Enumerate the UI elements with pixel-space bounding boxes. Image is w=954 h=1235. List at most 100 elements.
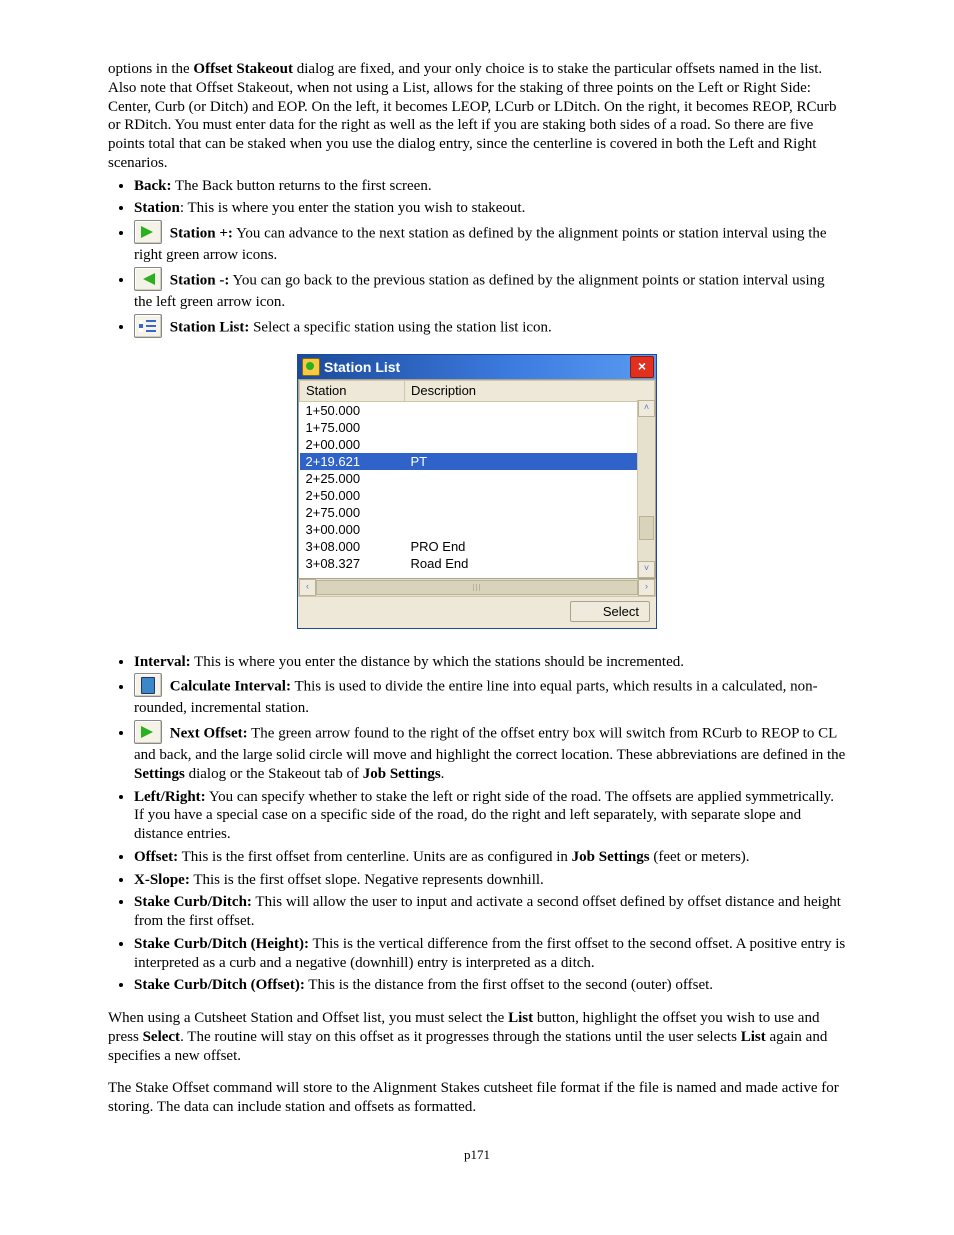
item-left-right: Left/Right: You can specify whether to s…	[134, 788, 846, 844]
cell-station: 1+50.000	[300, 401, 405, 419]
intro-paragraph: options in the Offset Stakeout dialog ar…	[108, 60, 846, 173]
text-bold: Select	[143, 1029, 180, 1045]
text: This is where you enter the distance by …	[191, 654, 684, 670]
cell-description: Road End	[405, 555, 655, 572]
text-bold: Job Settings	[572, 849, 650, 865]
station-list-icon	[134, 314, 162, 338]
text: This is the first offset from centerline…	[178, 849, 572, 865]
text-bold: Offset Stakeout	[193, 61, 293, 77]
item-station: Station: This is where you enter the sta…	[134, 199, 846, 218]
cell-station: 3+00.000	[300, 521, 405, 538]
table-row[interactable]: 3+00.000	[300, 521, 655, 538]
label: Station List:	[170, 319, 250, 335]
text: options in the	[108, 61, 193, 77]
cell-description: PT	[405, 453, 655, 470]
text: . The routine will stay on this offset a…	[180, 1029, 741, 1045]
station-grid: Station Description 1+50.0001+75.0002+00…	[298, 379, 656, 579]
item-back: Back: The Back button returns to the fir…	[134, 177, 846, 196]
cell-description	[405, 487, 655, 504]
text: This is the distance from the first offs…	[305, 977, 713, 993]
text-bold: Settings	[134, 766, 185, 782]
dialog-titlebar[interactable]: Station List ×	[298, 355, 656, 379]
table-row[interactable]: 2+75.000	[300, 504, 655, 521]
next-offset-icon	[134, 720, 162, 744]
text-bold: List	[741, 1029, 766, 1045]
label: Offset:	[134, 849, 178, 865]
trailing-paragraph-1: When using a Cutsheet Station and Offset…	[108, 1009, 846, 1065]
item-station-plus: Station +: You can advance to the next s…	[134, 222, 846, 265]
table-row[interactable]: 2+25.000	[300, 470, 655, 487]
table-row[interactable]: 1+75.000	[300, 419, 655, 436]
cell-station: 3+08.000	[300, 538, 405, 555]
dialog-footer: Select	[298, 597, 656, 628]
text: When using a Cutsheet Station and Offset…	[108, 1010, 508, 1026]
label: X-Slope:	[134, 872, 190, 888]
table-row[interactable]: 2+50.000	[300, 487, 655, 504]
label: Station +:	[170, 225, 233, 241]
cell-description	[405, 401, 655, 419]
cell-description	[405, 521, 655, 538]
text: You can go back to the previous station …	[134, 272, 825, 310]
station-plus-icon	[134, 220, 162, 244]
cell-station: 2+19.621	[300, 453, 405, 470]
cell-station: 1+75.000	[300, 419, 405, 436]
text: (feet or meters).	[650, 849, 750, 865]
table-row[interactable]: 2+19.621PT	[300, 453, 655, 470]
table-row[interactable]: 3+08.327Road End	[300, 555, 655, 572]
item-stake-curb-ditch-height: Stake Curb/Ditch (Height): This is the v…	[134, 935, 846, 973]
text: dialog or the Stakeout tab of	[185, 766, 363, 782]
item-station-minus: Station -: You can go back to the previo…	[134, 269, 846, 312]
dialog-title: Station List	[324, 359, 400, 375]
label: Next Offset:	[170, 725, 248, 741]
station-minus-icon	[134, 267, 162, 291]
text: The Back button returns to the first scr…	[172, 178, 432, 194]
page-number: p171	[108, 1147, 846, 1163]
item-interval: Interval: This is where you enter the di…	[134, 653, 846, 672]
scroll-thumb[interactable]	[639, 516, 654, 540]
label: Stake Curb/Ditch (Height):	[134, 936, 309, 952]
scroll-up-button[interactable]: ˄	[638, 400, 655, 417]
station-list-dialog: Station List × Station Description 1+50.…	[297, 354, 657, 629]
col-description[interactable]: Description	[405, 380, 655, 401]
feature-list-bottom: Interval: This is where you enter the di…	[108, 653, 846, 996]
cell-description	[405, 470, 655, 487]
scroll-right-button[interactable]: ›	[638, 579, 655, 596]
cell-description	[405, 436, 655, 453]
hscroll-thumb[interactable]	[316, 580, 638, 595]
text: : This is where you enter the station yo…	[180, 200, 526, 216]
vscrollbar[interactable]: ˄ ˅	[637, 400, 655, 578]
label: Stake Curb/Ditch (Offset):	[134, 977, 305, 993]
cell-station: 2+75.000	[300, 504, 405, 521]
item-next-offset: Next Offset: The green arrow found to th…	[134, 722, 846, 784]
label: Left/Right:	[134, 789, 206, 805]
col-station[interactable]: Station	[300, 380, 405, 401]
cell-description: PRO End	[405, 538, 655, 555]
feature-list-top: Back: The Back button returns to the fir…	[108, 177, 846, 340]
calculate-interval-icon	[134, 673, 162, 697]
text: .	[441, 766, 445, 782]
label: Interval:	[134, 654, 191, 670]
text: Select a specific station using the stat…	[249, 319, 551, 335]
table-row[interactable]: 3+08.000PRO End	[300, 538, 655, 555]
label: Back:	[134, 178, 172, 194]
cell-station: 2+00.000	[300, 436, 405, 453]
app-icon	[302, 358, 320, 376]
close-button[interactable]: ×	[630, 356, 654, 378]
label: Calculate Interval:	[170, 679, 291, 695]
item-stake-curb-ditch: Stake Curb/Ditch: This will allow the us…	[134, 893, 846, 931]
label: Station	[134, 200, 180, 216]
table-row[interactable]: 1+50.000	[300, 401, 655, 419]
table-row[interactable]: 2+00.000	[300, 436, 655, 453]
hscrollbar[interactable]: ‹ ›	[298, 579, 656, 597]
text: dialog are fixed, and your only choice i…	[108, 61, 836, 171]
label: Stake Curb/Ditch:	[134, 894, 252, 910]
scroll-left-button[interactable]: ‹	[299, 579, 316, 596]
scroll-down-button[interactable]: ˅	[638, 561, 655, 578]
item-xslope: X-Slope: This is the first offset slope.…	[134, 871, 846, 890]
text-bold: Job Settings	[363, 766, 441, 782]
select-button[interactable]: Select	[570, 601, 650, 622]
item-offset: Offset: This is the first offset from ce…	[134, 848, 846, 867]
item-station-list: Station List: Select a specific station …	[134, 316, 846, 340]
station-table[interactable]: Station Description 1+50.0001+75.0002+00…	[299, 380, 655, 572]
text: This is the first offset slope. Negative…	[190, 872, 544, 888]
